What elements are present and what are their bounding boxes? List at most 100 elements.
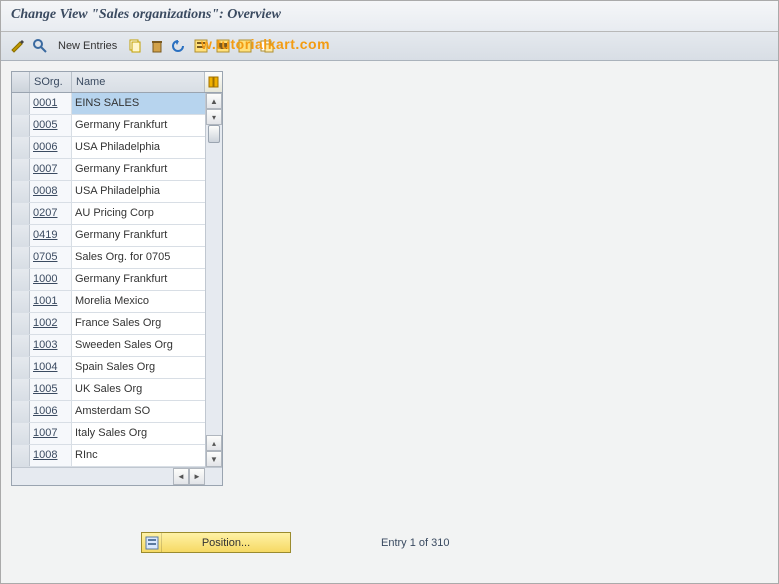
row-selector[interactable]	[12, 313, 30, 334]
column-header-name-label: Name	[76, 76, 105, 88]
column-header-sorg[interactable]: SOrg.	[30, 72, 72, 92]
row-selector[interactable]	[12, 115, 30, 136]
table-row: 1000Germany Frankfurt	[12, 269, 205, 291]
scroll-line-down-icon[interactable]: ▴	[206, 435, 222, 451]
table-row: 1006Amsterdam SO	[12, 401, 205, 423]
cell-sorg[interactable]: 1005	[30, 379, 72, 400]
position-button-label: Position...	[162, 537, 290, 549]
toolbar: New Entries w.tutorialkart.com	[1, 32, 778, 61]
cell-sorg[interactable]: 0007	[30, 159, 72, 180]
table-row: 1003Sweeden Sales Org	[12, 335, 205, 357]
scroll-line-up-icon[interactable]: ▾	[206, 109, 222, 125]
cell-name[interactable]: Germany Frankfurt	[72, 225, 205, 246]
cell-name[interactable]: Germany Frankfurt	[72, 159, 205, 180]
scroll-up-icon[interactable]: ▲	[206, 93, 222, 109]
cell-sorg[interactable]: 0419	[30, 225, 72, 246]
cell-name[interactable]: Spain Sales Org	[72, 357, 205, 378]
position-icon	[142, 533, 162, 552]
cell-name[interactable]: Italy Sales Org	[72, 423, 205, 444]
cell-name[interactable]: Germany Frankfurt	[72, 115, 205, 136]
row-selector[interactable]	[12, 335, 30, 356]
cell-name[interactable]: USA Philadelphia	[72, 181, 205, 202]
table-body: 0001EINS SALES0005Germany Frankfurt0006U…	[12, 93, 222, 467]
table-row: 1008RInc	[12, 445, 205, 467]
copy-icon[interactable]	[126, 37, 144, 55]
scroll-right-icon[interactable]: ►	[189, 468, 205, 485]
cell-sorg[interactable]: 1007	[30, 423, 72, 444]
row-selector[interactable]	[12, 291, 30, 312]
row-selector[interactable]	[12, 445, 30, 466]
row-selector[interactable]	[12, 137, 30, 158]
row-selector[interactable]	[12, 181, 30, 202]
row-selector[interactable]	[12, 159, 30, 180]
cell-sorg[interactable]: 0008	[30, 181, 72, 202]
row-selector[interactable]	[12, 423, 30, 444]
table-row: 1002France Sales Org	[12, 313, 205, 335]
table-row: 0008USA Philadelphia	[12, 181, 205, 203]
cell-sorg[interactable]: 0005	[30, 115, 72, 136]
cell-sorg[interactable]: 0001	[30, 93, 72, 114]
row-selector[interactable]	[12, 379, 30, 400]
table-row: 1007Italy Sales Org	[12, 423, 205, 445]
cell-name[interactable]: France Sales Org	[72, 313, 205, 334]
cell-sorg[interactable]: 1003	[30, 335, 72, 356]
find-icon[interactable]	[31, 37, 49, 55]
footer-bar: Position... Entry 1 of 310	[1, 532, 778, 553]
column-header-name[interactable]: Name	[72, 72, 204, 92]
cell-sorg[interactable]: 1004	[30, 357, 72, 378]
cell-sorg[interactable]: 0006	[30, 137, 72, 158]
page-title: Change View "Sales organizations": Overv…	[1, 1, 778, 32]
sales-org-table: SOrg. Name 0001EINS SALES0005Germany Fra…	[11, 71, 223, 486]
row-selector[interactable]	[12, 269, 30, 290]
cell-sorg[interactable]: 0705	[30, 247, 72, 268]
cell-name[interactable]: Sweeden Sales Org	[72, 335, 205, 356]
cell-name[interactable]: USA Philadelphia	[72, 137, 205, 158]
cell-name[interactable]: EINS SALES	[72, 93, 205, 114]
cell-name[interactable]: Amsterdam SO	[72, 401, 205, 422]
cell-name[interactable]: UK Sales Org	[72, 379, 205, 400]
vertical-scrollbar[interactable]: ▲ ▾ ▴ ▼	[205, 93, 222, 467]
cell-sorg[interactable]: 1008	[30, 445, 72, 466]
deselect-all-icon[interactable]	[236, 37, 254, 55]
cell-sorg[interactable]: 0207	[30, 203, 72, 224]
cell-sorg[interactable]: 1006	[30, 401, 72, 422]
table-row: 0005Germany Frankfurt	[12, 115, 205, 137]
scroll-down-icon[interactable]: ▼	[206, 451, 222, 467]
horizontal-scrollbar[interactable]: ◄ ►	[12, 467, 222, 485]
select-all-icon[interactable]	[192, 37, 210, 55]
table-row: 1001Morelia Mexico	[12, 291, 205, 313]
select-block-icon[interactable]	[214, 37, 232, 55]
scroll-thumb[interactable]	[208, 125, 220, 143]
row-selector[interactable]	[12, 225, 30, 246]
cell-name[interactable]: Germany Frankfurt	[72, 269, 205, 290]
table-row: 0207AU Pricing Corp	[12, 203, 205, 225]
cell-sorg[interactable]: 1000	[30, 269, 72, 290]
row-selector[interactable]	[12, 357, 30, 378]
table-row: 0419Germany Frankfurt	[12, 225, 205, 247]
undo-change-icon[interactable]	[170, 37, 188, 55]
toggle-display-change-icon[interactable]	[9, 37, 27, 55]
table-row: 1005UK Sales Org	[12, 379, 205, 401]
new-entries-button[interactable]: New Entries	[53, 36, 122, 56]
table-settings-icon[interactable]	[204, 72, 222, 92]
cell-name[interactable]: Morelia Mexico	[72, 291, 205, 312]
row-selector[interactable]	[12, 401, 30, 422]
content-area: SOrg. Name 0001EINS SALES0005Germany Fra…	[1, 61, 778, 583]
row-selector[interactable]	[12, 93, 30, 114]
table-row: 0007Germany Frankfurt	[12, 159, 205, 181]
cell-name[interactable]: Sales Org. for 0705	[72, 247, 205, 268]
row-selector[interactable]	[12, 247, 30, 268]
cell-name[interactable]: RInc	[72, 445, 205, 466]
position-button[interactable]: Position...	[141, 532, 291, 553]
row-selector-header[interactable]	[12, 72, 30, 92]
cell-sorg[interactable]: 1002	[30, 313, 72, 334]
table-row: 0001EINS SALES	[12, 93, 205, 115]
scroll-left-icon[interactable]: ◄	[173, 468, 189, 485]
table-row: 0006USA Philadelphia	[12, 137, 205, 159]
delete-icon[interactable]	[148, 37, 166, 55]
cell-sorg[interactable]: 1001	[30, 291, 72, 312]
row-selector[interactable]	[12, 203, 30, 224]
configuration-icon[interactable]	[258, 37, 276, 55]
table-row: 1004Spain Sales Org	[12, 357, 205, 379]
cell-name[interactable]: AU Pricing Corp	[72, 203, 205, 224]
